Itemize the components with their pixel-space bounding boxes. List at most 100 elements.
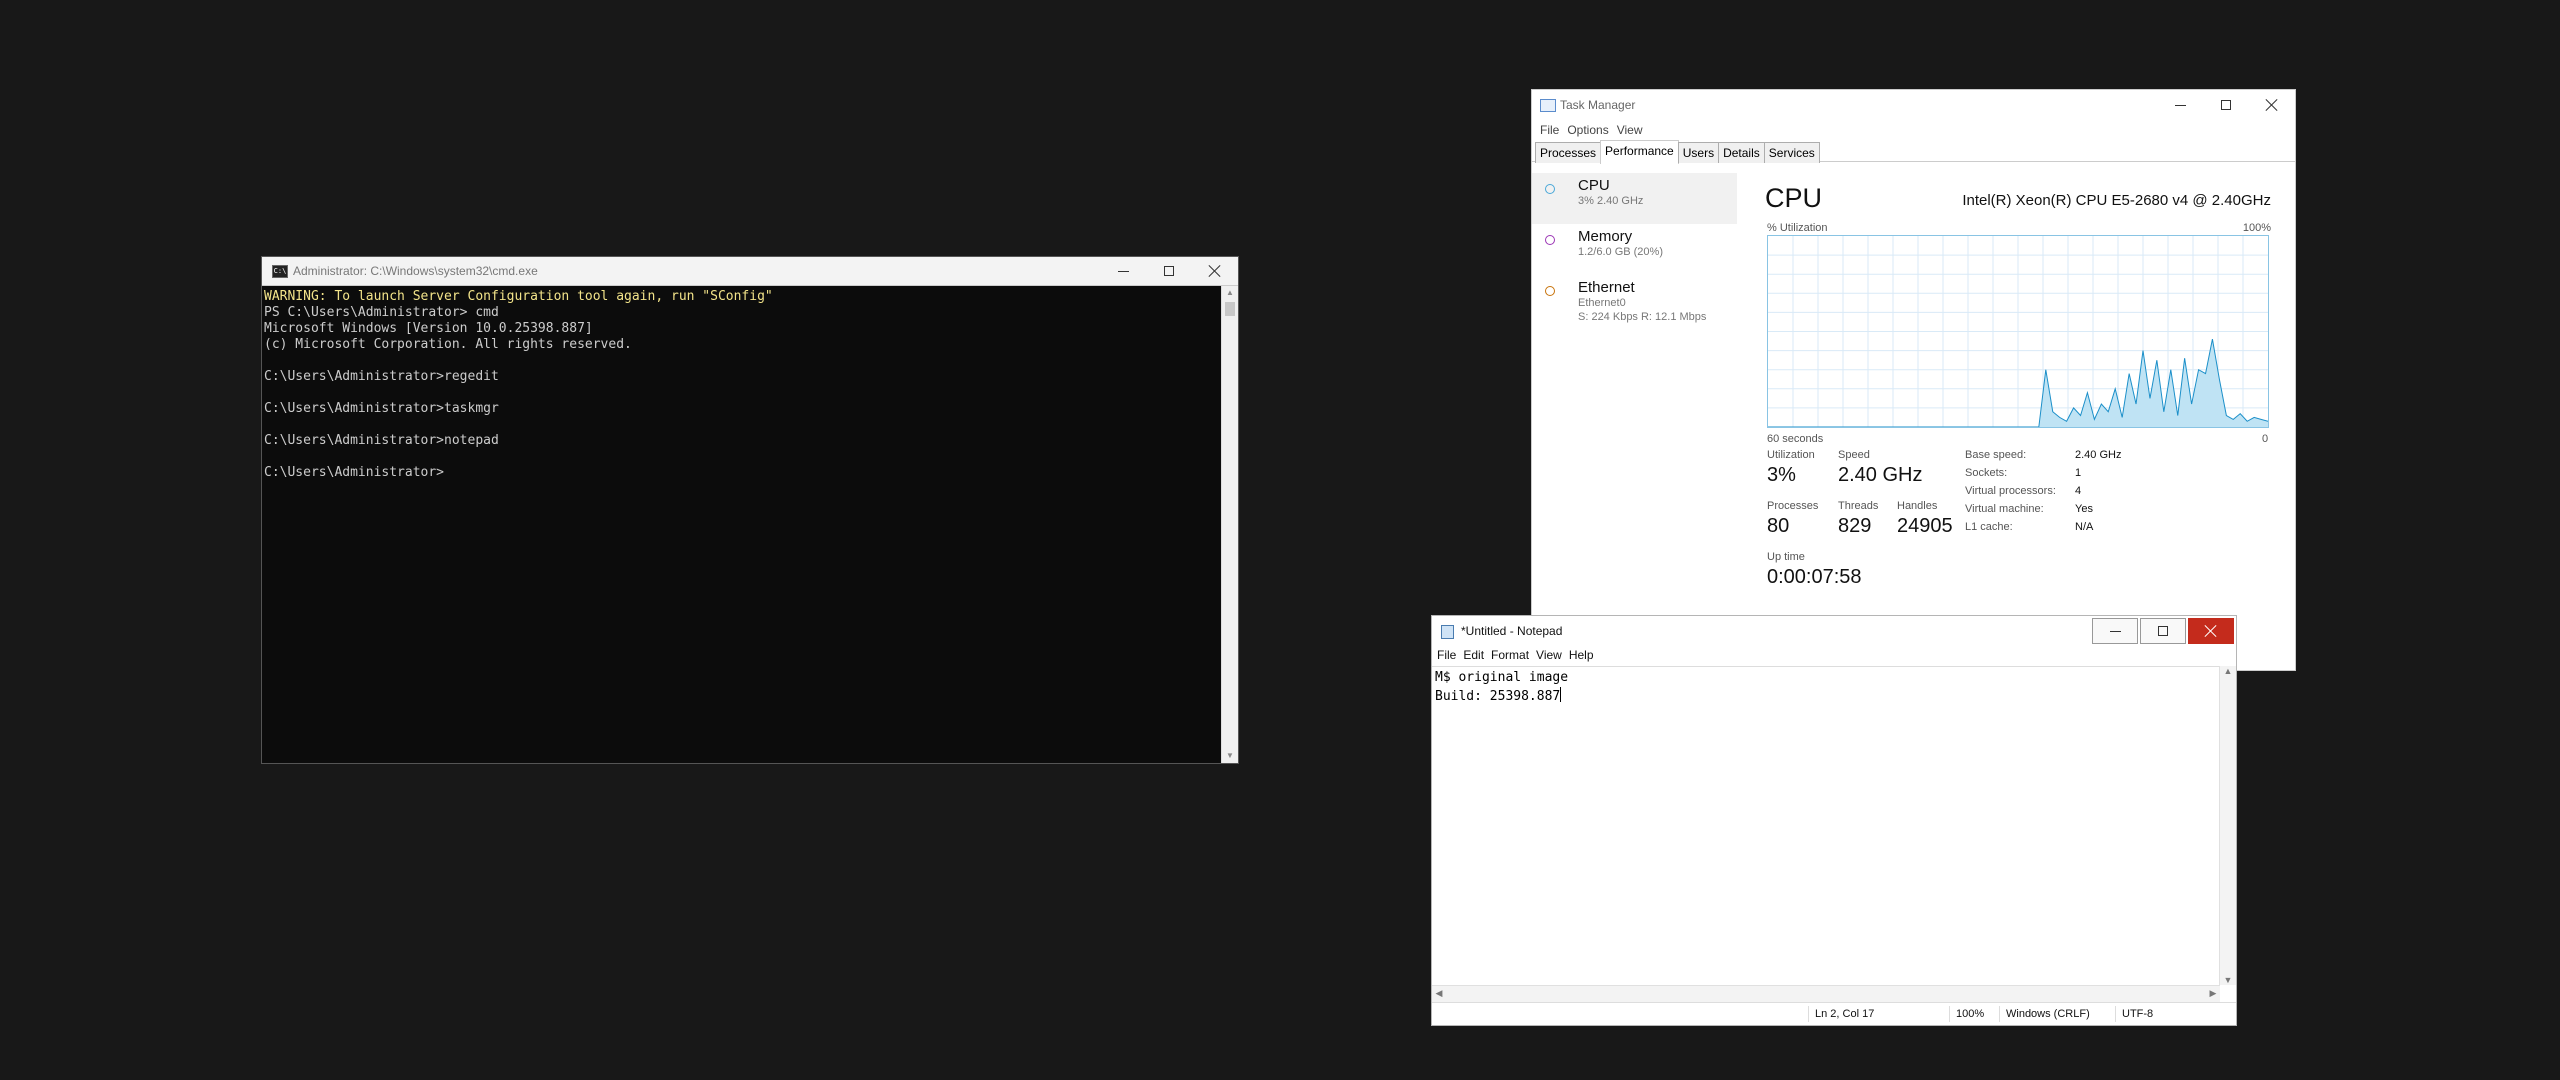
taskmgr-menubar: File Options View [1532, 120, 2295, 140]
console-line: C:\Users\Administrator>taskmgr [264, 401, 499, 416]
cmd-console[interactable]: WARNING: To launch Server Configuration … [262, 286, 1222, 763]
taskmgr-tabs: Processes Performance Users Details Serv… [1532, 140, 2295, 164]
notepad-minimize-button[interactable] [2092, 618, 2138, 644]
scroll-up-icon[interactable]: ▲ [1222, 286, 1238, 300]
menu-file[interactable]: File [1538, 120, 1565, 140]
perf-main: CPU Intel(R) Xeon(R) CPU E5-2680 v4 @ 2.… [1765, 173, 2295, 670]
spec-row: Virtual machine: Yes [1965, 503, 2121, 521]
stat-uptime: Up time 0:00:07:58 [1767, 551, 1862, 589]
console-line: (c) Microsoft Corporation. All rights re… [264, 337, 632, 352]
spec-key: Virtual machine: [1965, 503, 2044, 515]
tab-processes[interactable]: Processes [1535, 142, 1602, 163]
scroll-down-icon[interactable]: ▼ [1222, 749, 1238, 763]
menu-help[interactable]: Help [1569, 646, 1601, 664]
sidebar-item-label: Memory [1578, 228, 1633, 245]
graph-x-right-label: 0 [2262, 433, 2269, 445]
taskmgr-title: Task Manager [1560, 98, 1636, 112]
cmd-window[interactable]: C:\ Administrator: C:\Windows\system32\c… [261, 256, 1239, 764]
stat-value: 2.40 GHz [1838, 464, 1923, 486]
cmd-title: Administrator: C:\Windows\system32\cmd.e… [293, 264, 538, 278]
graph-x-left-label: 60 seconds [1767, 433, 1824, 445]
menu-edit[interactable]: Edit [1463, 646, 1491, 664]
menu-view[interactable]: View [1615, 120, 1649, 140]
taskmgr-title-bar[interactable]: Task Manager [1532, 90, 2295, 120]
sidebar-item-ethernet[interactable]: Ethernet Ethernet0 S: 224 Kbps R: 12.1 M… [1532, 275, 1737, 326]
spec-value: N/A [2075, 521, 2094, 533]
spec-key: Virtual processors: [1965, 485, 2056, 497]
stat-label: Up time [1767, 551, 1805, 563]
taskmgr-close-button[interactable] [2249, 90, 2295, 120]
close-icon [1209, 265, 1221, 277]
notepad-horizontal-scrollbar[interactable]: ◀ ▶ [1432, 985, 2220, 1003]
minimize-icon [2174, 104, 2186, 106]
maximize-icon [2158, 626, 2168, 636]
stat-value: 829 [1838, 515, 1872, 537]
spec-row: Sockets: 1 [1965, 467, 2121, 485]
taskmgr-maximize-button[interactable] [2203, 90, 2249, 120]
stat-value: 24905 [1897, 515, 1953, 537]
notepad-title-bar[interactable]: *Untitled - Notepad [1432, 616, 2236, 646]
notepad-text-area[interactable]: M$ original image Build: 25398.887 [1432, 666, 2220, 985]
cmd-maximize-button[interactable] [1146, 257, 1192, 285]
text-caret [1560, 687, 1562, 702]
tab-users[interactable]: Users [1677, 142, 1720, 163]
scroll-up-icon[interactable]: ▲ [2221, 666, 2235, 676]
spec-value: 1 [2075, 467, 2082, 479]
cmd-icon: C:\ [272, 265, 288, 278]
scroll-down-icon[interactable]: ▼ [2221, 975, 2235, 985]
stat-value: 0:00:07:58 [1767, 566, 1862, 588]
taskmgr-window[interactable]: Task Manager File Options View Processes… [1531, 89, 2296, 671]
console-line: C:\Users\Administrator>notepad [264, 433, 499, 448]
perf-sidebar: CPU 3% 2.40 GHz Memory 1.2/6.0 GB (20%) … [1532, 173, 1737, 670]
tab-details[interactable]: Details [1718, 142, 1765, 163]
tab-services[interactable]: Services [1763, 142, 1820, 163]
menu-format[interactable]: Format [1491, 646, 1536, 664]
sidebar-item-detail: 1.2/6.0 GB (20%) [1578, 246, 1663, 258]
cpu-model: Intel(R) Xeon(R) CPU E5-2680 v4 @ 2.40GH… [1962, 192, 2271, 209]
cmd-minimize-button[interactable] [1100, 257, 1146, 285]
tab-performance[interactable]: Performance [1600, 140, 1679, 164]
stat-label: Processes [1767, 500, 1819, 512]
notepad-maximize-button[interactable] [2140, 618, 2186, 644]
menu-options[interactable]: Options [1565, 120, 1614, 140]
cmd-close-button[interactable] [1192, 257, 1238, 285]
menu-file[interactable]: File [1437, 646, 1463, 664]
notepad-title: *Untitled - Notepad [1461, 624, 1563, 638]
cmd-title-bar[interactable]: C:\ Administrator: C:\Windows\system32\c… [262, 257, 1238, 286]
notepad-window[interactable]: *Untitled - Notepad File Edit Format Vie… [1431, 615, 2237, 1026]
taskmgr-minimize-button[interactable] [2157, 90, 2203, 120]
sidebar-item-memory[interactable]: Memory 1.2/6.0 GB (20%) [1532, 224, 1737, 275]
notepad-menubar: File Edit Format View Help [1432, 646, 2236, 664]
close-icon [2205, 625, 2217, 637]
console-line: WARNING: To launch Server Configuration … [264, 289, 773, 304]
status-encoding: UTF-8 [2115, 1006, 2153, 1022]
sidebar-item-cpu[interactable]: CPU 3% 2.40 GHz [1532, 173, 1737, 224]
console-line: Microsoft Windows [Version 10.0.25398.88… [264, 321, 593, 336]
perf-heading: CPU [1765, 183, 1823, 213]
status-zoom: 100% [1949, 1006, 1984, 1022]
stat-handles: Handles 24905 [1897, 500, 1953, 538]
menu-view[interactable]: View [1536, 646, 1569, 664]
cmd-scrollbar[interactable]: ▲ ▼ [1221, 286, 1238, 763]
spec-row: L1 cache: N/A [1965, 521, 2121, 539]
console-line: C:\Users\Administrator> [264, 465, 445, 480]
cpu-specs: Base speed: 2.40 GHz Sockets: 1 Virtual pr… [1965, 449, 2121, 539]
stat-label: Speed [1838, 449, 1870, 461]
scroll-right-icon[interactable]: ▶ [2206, 988, 2220, 999]
spec-value: 2.40 GHz [2075, 449, 2122, 461]
spec-key: Sockets: [1965, 467, 2008, 479]
notepad-vertical-scrollbar[interactable]: ▲ ▼ [2219, 666, 2236, 985]
stat-speed: Speed 2.40 GHz [1838, 449, 1922, 487]
stat-utilization: Utilization 3% [1767, 449, 1815, 487]
cmd-scroll-thumb[interactable] [1225, 302, 1235, 316]
spec-value: Yes [2075, 503, 2093, 515]
scroll-left-icon[interactable]: ◀ [1432, 988, 1446, 999]
notepad-close-button[interactable] [2188, 618, 2234, 644]
util-axis-max: 100% [2242, 222, 2271, 234]
notepad-icon [1441, 625, 1454, 639]
spec-value: 4 [2075, 485, 2082, 497]
minimize-icon [2109, 630, 2121, 632]
stat-processes: Processes 80 [1767, 500, 1818, 538]
